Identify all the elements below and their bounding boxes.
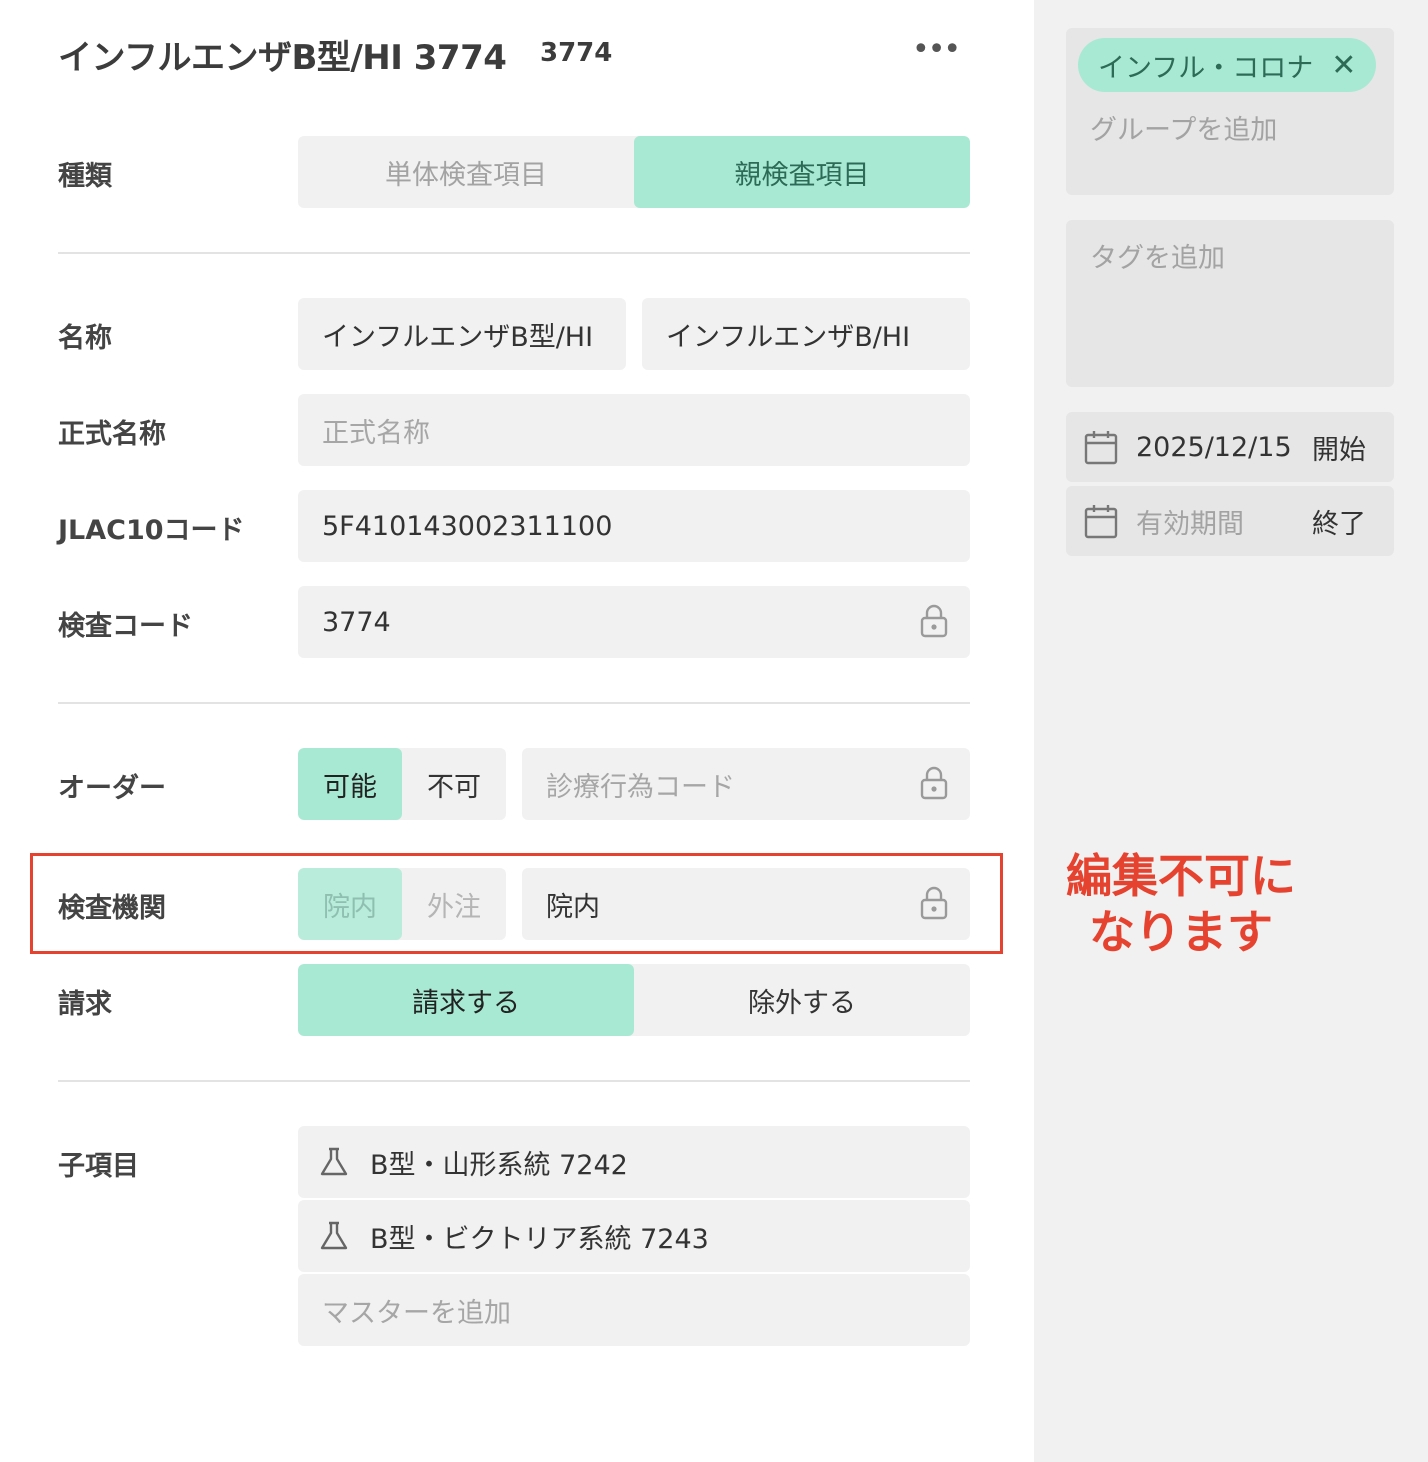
formal-name-input[interactable]: 正式名称 <box>298 394 970 466</box>
short-name-input[interactable]: インフルエンザB/HI <box>642 298 970 370</box>
lock-icon <box>920 766 948 800</box>
divider <box>58 1080 970 1082</box>
name-label: 名称 <box>58 323 112 354</box>
tag-panel[interactable]: タグを追加 <box>1066 220 1394 387</box>
type-option-single[interactable]: 単体検査項目 <box>298 136 634 208</box>
formal-name-label: 正式名称 <box>58 419 166 450</box>
callout-line2: なります <box>1089 905 1273 959</box>
callout-line1: 編集不可に <box>1066 849 1296 903</box>
jlac-input[interactable]: 5F410143002311100 <box>298 490 970 562</box>
medical-code-field: 診療行為コード <box>522 748 970 820</box>
group-chip[interactable]: インフル・コロナ ✕ <box>1078 38 1377 92</box>
type-toggle: 単体検査項目 親検査項目 <box>298 136 970 208</box>
end-label: 終了 <box>1312 508 1366 540</box>
medical-code-placeholder: 診療行為コード <box>546 771 735 803</box>
divider <box>58 702 970 704</box>
child-item-label: B型・山形系統 7242 <box>370 1149 628 1181</box>
calendar-icon <box>1084 431 1118 465</box>
child-item[interactable]: B型・ビクトリア系統 7243 <box>298 1200 970 1272</box>
child-item[interactable]: B型・山形系統 7242 <box>298 1126 970 1198</box>
end-date-field[interactable]: 有効期間 終了 <box>1066 486 1394 556</box>
flask-icon <box>320 1147 348 1176</box>
group-add-input[interactable]: グループを追加 <box>1090 108 1277 147</box>
order-toggle: 可能 不可 <box>298 748 506 820</box>
billing-label: 請求 <box>58 989 112 1020</box>
add-master-input[interactable]: マスターを追加 <box>298 1274 970 1346</box>
name-input[interactable]: インフルエンザB型/HI <box>298 298 626 370</box>
type-label: 種類 <box>58 161 112 192</box>
start-date-field[interactable]: 2025/12/15 開始 <box>1066 412 1394 482</box>
order-option-no[interactable]: 不可 <box>402 748 506 820</box>
callout-highlight-box <box>30 853 1003 954</box>
group-panel[interactable]: インフル・コロナ ✕ グループを追加 <box>1066 28 1394 195</box>
divider <box>58 252 970 254</box>
calendar-icon <box>1084 505 1118 539</box>
close-icon[interactable]: ✕ <box>1331 48 1356 83</box>
child-item-label: B型・ビクトリア系統 7243 <box>370 1223 709 1255</box>
more-icon[interactable]: ••• <box>912 30 961 74</box>
callout-text: 編集不可に なります <box>1056 848 1306 960</box>
jlac-label: JLAC10コード <box>58 515 245 546</box>
test-code-value: 3774 <box>322 606 391 638</box>
test-code-field: 3774 <box>298 586 970 658</box>
order-option-yes[interactable]: 可能 <box>298 748 402 820</box>
end-date-placeholder: 有効期間 <box>1136 508 1244 540</box>
start-date-value: 2025/12/15 <box>1136 431 1292 463</box>
billing-toggle: 請求する 除外する <box>298 964 970 1036</box>
flask-icon <box>320 1221 348 1250</box>
billing-option-charge[interactable]: 請求する <box>298 964 634 1036</box>
detail-panel: インフルエンザB型/HI 3774 3774 ••• 種類 単体検査項目 親検査… <box>0 0 1034 1462</box>
lock-icon <box>920 604 948 638</box>
page-title: インフルエンザB型/HI 3774 <box>58 38 507 78</box>
type-option-parent[interactable]: 親検査項目 <box>634 136 970 208</box>
tag-add-input[interactable]: タグを追加 <box>1090 236 1225 275</box>
start-label: 開始 <box>1312 434 1366 466</box>
billing-option-exclude[interactable]: 除外する <box>634 964 970 1036</box>
children-label: 子項目 <box>58 1151 139 1182</box>
group-chip-label: インフル・コロナ <box>1098 52 1314 84</box>
title-code: 3774 <box>540 38 613 68</box>
test-code-label: 検査コード <box>58 611 193 642</box>
order-label: オーダー <box>58 773 166 804</box>
